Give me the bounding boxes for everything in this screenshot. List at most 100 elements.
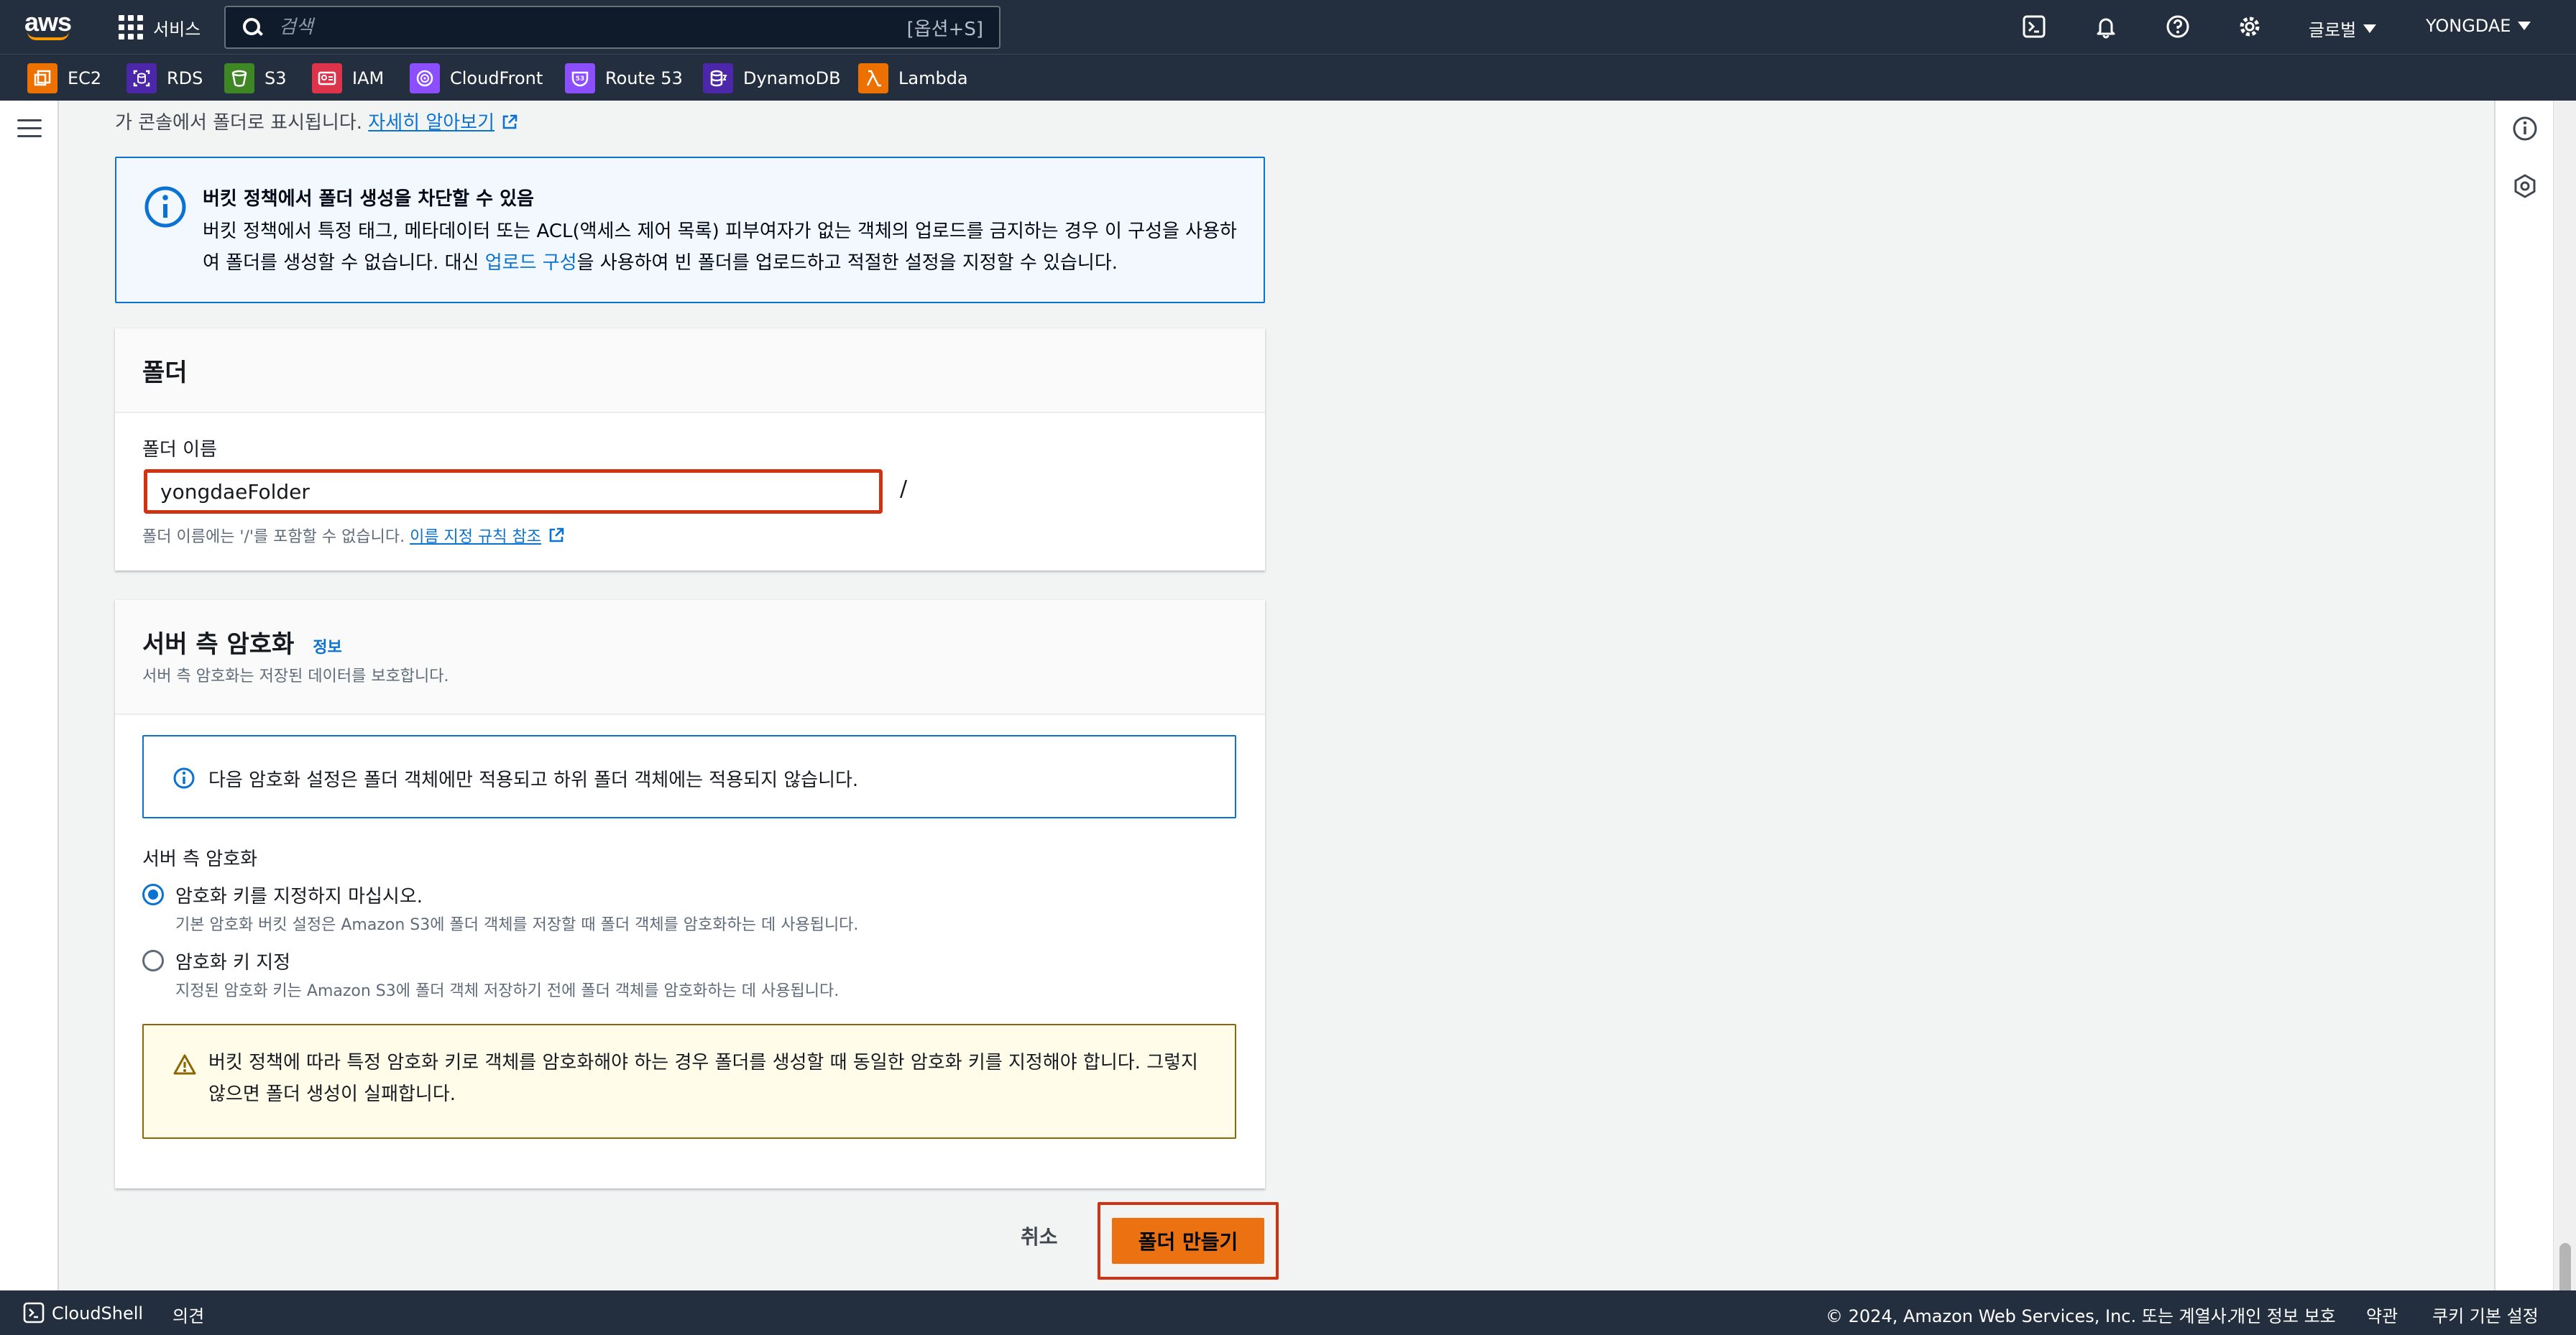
settings-hexagon-icon[interactable] — [2511, 172, 2539, 200]
encryption-panel: 서버 측 암호화 정보 서버 측 암호화는 저장된 데이터를 보호합니다. 다음… — [115, 599, 1265, 1188]
favorite-lambda[interactable]: Lambda — [858, 63, 968, 93]
cookie-preferences-link[interactable]: 쿠키 기본 설정 — [2432, 1302, 2539, 1327]
cloudfront-icon — [410, 63, 440, 93]
favorite-route53[interactable]: 53 Route 53 — [565, 63, 683, 93]
external-link-icon — [502, 114, 518, 129]
cloudshell-button[interactable]: CloudShell — [23, 1302, 143, 1324]
services-label: 서비스 — [153, 19, 201, 40]
cloudshell-icon[interactable] — [2020, 12, 2048, 41]
bell-icon[interactable] — [2092, 12, 2120, 41]
favorite-ec2[interactable]: EC2 — [27, 63, 101, 93]
encryption-title: 서버 측 암호화 정보 — [142, 624, 342, 660]
alert-body-part2: 을 사용하여 빈 폴더를 업로드하고 적절한 설정을 지정할 수 있습니다. — [576, 252, 1118, 274]
intro-text: 가 콘솔에서 폴더로 표시됩니다. 자세히 알아보기 — [115, 108, 519, 134]
ec2-icon — [27, 63, 58, 93]
encryption-group-label: 서버 측 암호화 — [142, 849, 258, 870]
favorite-label: S3 — [264, 68, 287, 88]
encryption-info-text: 다음 암호화 설정은 폴더 객체에만 적용되고 하위 폴더 객체에는 적용되지 … — [208, 770, 859, 791]
aws-logo[interactable]: aws — [24, 7, 75, 42]
create-folder-button[interactable]: 폴더 만들기 — [1112, 1218, 1264, 1264]
search-icon — [242, 17, 263, 38]
encryption-warning-alert: 버킷 정책에 따라 특정 암호화 키로 객체를 암호화해야 하는 경우 폴더를 … — [142, 1024, 1236, 1139]
s3-icon — [224, 63, 254, 93]
folder-panel: 폴더 폴더 이름 / 폴더 이름에는 '/'를 포함할 수 없습니다. 이름 지… — [115, 328, 1265, 571]
svg-text:53: 53 — [576, 75, 585, 83]
lambda-icon — [858, 63, 888, 93]
favorite-label: EC2 — [68, 68, 102, 88]
warning-text: 버킷 정책에 따라 특정 암호화 키로 객체를 암호화해야 하는 경우 폴더를 … — [208, 1052, 1198, 1105]
warning-icon — [173, 1054, 196, 1075]
naming-rules-link[interactable]: 이름 지정 규칙 참조 — [410, 527, 566, 546]
favorite-rds[interactable]: RDS — [126, 63, 203, 93]
learn-more-label: 자세히 알아보기 — [368, 112, 495, 134]
privacy-link[interactable]: 개인 정보 보호 — [2230, 1302, 2336, 1327]
search-input[interactable] — [279, 17, 907, 38]
cancel-button[interactable]: 취소 — [1021, 1221, 1058, 1250]
gear-icon[interactable] — [2235, 12, 2264, 41]
favorite-label: CloudFront — [450, 68, 543, 88]
account-label: YONGDAE — [2426, 16, 2511, 36]
search-bar[interactable]: [옵션+S] — [224, 6, 1000, 49]
intro-sentence: 가 콘솔에서 폴더로 표시됩니다. — [115, 112, 363, 134]
folder-name-hint: 폴더 이름에는 '/'를 포함할 수 없습니다. 이름 지정 규칙 참조 — [142, 524, 566, 547]
radio-no-key-description: 기본 암호화 버킷 설정은 Amazon S3에 폴더 객체를 저장할 때 폴더… — [175, 916, 859, 934]
encryption-subtitle: 서버 측 암호화는 저장된 데이터를 보호합니다. — [142, 668, 449, 685]
radio-specify-key[interactable] — [142, 950, 164, 971]
terms-link[interactable]: 약관 — [2366, 1302, 2398, 1327]
radio-no-key[interactable] — [142, 884, 164, 905]
feedback-link[interactable]: 의견 — [172, 1302, 204, 1327]
menu-icon[interactable] — [17, 119, 42, 139]
cloudshell-icon — [23, 1302, 45, 1324]
hint-text: 폴더 이름에는 '/'를 포함할 수 없습니다. — [142, 528, 405, 546]
copyright-text: © 2024, Amazon Web Services, Inc. 또는 계열사… — [1826, 1306, 2232, 1326]
route53-icon: 53 — [565, 63, 595, 93]
favorite-label: Route 53 — [605, 68, 683, 88]
footer: CloudShell 의견 © 2024, Amazon Web Service… — [0, 1290, 2576, 1335]
region-selector[interactable]: 글로벌 — [2309, 16, 2377, 41]
favorite-label: Lambda — [898, 68, 968, 88]
radio-specify-key-label[interactable]: 암호화 키 지정 — [175, 948, 290, 974]
favorites-bar: EC2 RDS S3 IAM CloudFront 53 Route 53 Dy… — [0, 54, 2576, 101]
folder-name-label: 폴더 이름 — [142, 439, 217, 461]
encryption-panel-header: 서버 측 암호화 정보 서버 측 암호화는 저장된 데이터를 보호합니다. — [115, 600, 1265, 715]
iam-icon — [312, 63, 342, 93]
favorite-cloudfront[interactable]: CloudFront — [410, 63, 543, 93]
folder-panel-header: 폴더 — [115, 328, 1265, 413]
learn-more-link[interactable]: 자세히 알아보기 — [368, 112, 519, 134]
favorite-label: IAM — [352, 68, 385, 88]
radio-no-key-label[interactable]: 암호화 키를 지정하지 마십시오. — [175, 882, 423, 908]
encryption-info-alert: 다음 암호화 설정은 폴더 객체에만 적용되고 하위 폴더 객체에는 적용되지 … — [142, 735, 1236, 818]
page-scrollbar[interactable] — [2553, 101, 2576, 1335]
dynamodb-icon — [703, 63, 733, 93]
account-menu[interactable]: YONGDAE — [2426, 16, 2531, 36]
external-link-icon — [549, 527, 564, 542]
folder-name-input[interactable] — [144, 469, 883, 514]
favorite-dynamodb[interactable]: DynamoDB — [703, 63, 841, 93]
right-tools-rail — [2494, 101, 2553, 1290]
panel-title: 폴더 — [142, 359, 188, 387]
favorite-s3[interactable]: S3 — [224, 63, 287, 93]
info-icon — [144, 186, 186, 228]
info-link[interactable]: 정보 — [313, 639, 341, 657]
help-icon[interactable] — [2163, 12, 2192, 41]
path-separator: / — [900, 476, 908, 502]
radio-specify-key-description: 지정된 암호화 키는 Amazon S3에 폴더 객체 저장하기 전에 폴더 객… — [175, 982, 840, 1000]
favorite-label: DynamoDB — [743, 68, 841, 88]
alert-body: 버킷 정책에서 특정 태그, 메타데이터 또는 ACL(액세스 제어 목록) 피… — [203, 216, 1252, 279]
aws-logo-text: aws — [24, 7, 72, 37]
naming-rules-label: 이름 지정 규칙 참조 — [410, 528, 541, 546]
top-navigation: aws 서비스 [옵션+S] 글로벌 YONGDAE — [0, 0, 2576, 54]
favorite-label: RDS — [167, 68, 203, 88]
grid-icon — [119, 15, 143, 40]
upload-config-link[interactable]: 업로드 구성 — [485, 252, 577, 274]
create-button-highlight: 폴더 만들기 — [1098, 1202, 1279, 1280]
caret-down-icon — [2518, 22, 2531, 30]
info-icon — [173, 767, 195, 789]
region-label: 글로벌 — [2309, 20, 2357, 40]
services-menu-button[interactable]: 서비스 — [119, 13, 201, 42]
info-icon[interactable] — [2511, 115, 2539, 142]
favorite-iam[interactable]: IAM — [312, 63, 384, 93]
bucket-policy-alert: 버킷 정책에서 폴더 생성을 차단할 수 있음 버킷 정책에서 특정 태그, 메… — [115, 157, 1265, 303]
left-navigation-rail — [0, 101, 59, 1290]
search-shortcut: [옵션+S] — [906, 18, 983, 40]
